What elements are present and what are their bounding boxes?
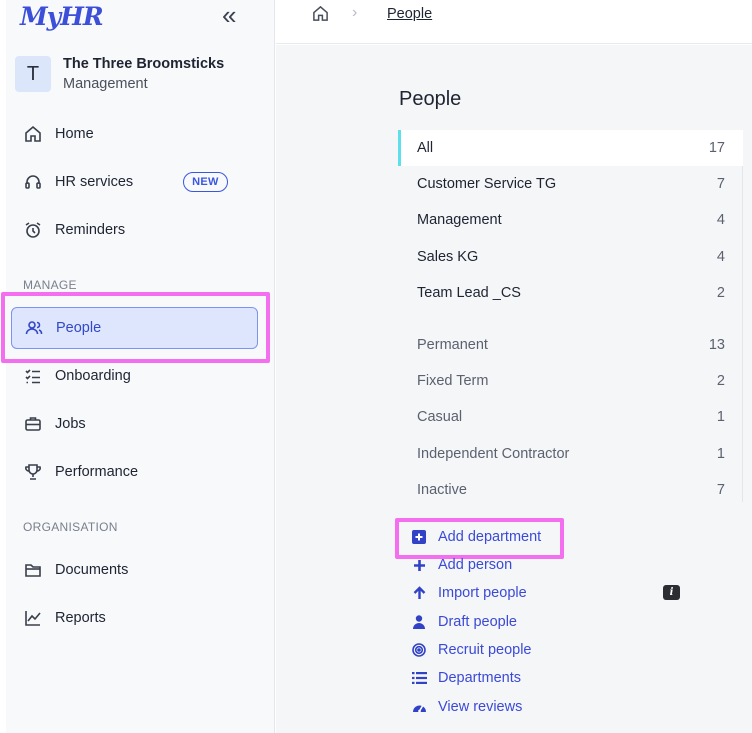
nav-label-reports: Reports xyxy=(55,610,106,626)
section-label-organisation: ORGANISATION xyxy=(23,520,118,534)
filter-count: 2 xyxy=(716,285,725,301)
folder-icon xyxy=(23,560,43,580)
import-people-label: Import people xyxy=(438,585,527,601)
filter-count: 4 xyxy=(716,212,725,228)
filter-label: Permanent xyxy=(417,337,488,353)
filter-count: 13 xyxy=(708,337,725,353)
top-bar xyxy=(276,0,752,44)
trophy-icon xyxy=(23,462,43,482)
add-person-link[interactable]: Add person xyxy=(411,557,512,573)
org-role: Management xyxy=(63,76,148,92)
myhr-logo[interactable]: MyHR xyxy=(20,2,104,31)
info-icon[interactable]: i xyxy=(663,585,680,600)
nav-item-jobs[interactable]: Jobs xyxy=(11,403,258,445)
filter-count: 17 xyxy=(708,140,725,156)
org-switcher[interactable]: T The Three Broomsticks Management xyxy=(15,54,224,94)
filter-department[interactable]: Team Lead _CS 2 xyxy=(398,275,743,311)
new-badge: NEW xyxy=(183,172,228,192)
view-reviews-link[interactable]: View reviews xyxy=(411,699,522,715)
alarm-clock-icon xyxy=(23,220,43,240)
recruit-people-link[interactable]: Recruit people xyxy=(411,642,532,658)
departments-link[interactable]: Departments xyxy=(411,670,521,686)
nav-item-performance[interactable]: Performance xyxy=(11,451,258,493)
filter-count: 4 xyxy=(716,249,725,265)
filter-label: Customer Service TG xyxy=(417,176,557,192)
nav-label-documents: Documents xyxy=(55,562,129,578)
filter-all[interactable]: All 17 xyxy=(398,130,743,166)
org-name: The Three Broomsticks xyxy=(63,56,225,72)
breadcrumb-chevron-icon: › xyxy=(352,4,358,21)
draft-people-label: Draft people xyxy=(438,614,517,630)
breadcrumb-home-icon[interactable] xyxy=(312,5,329,25)
line-chart-icon xyxy=(23,608,43,628)
briefcase-icon xyxy=(23,414,43,434)
filter-inactive[interactable]: Inactive 7 xyxy=(398,472,743,508)
org-avatar: T xyxy=(15,56,51,92)
people-icon xyxy=(24,318,44,338)
filter-label: Fixed Term xyxy=(417,373,489,389)
nav-label-performance: Performance xyxy=(55,464,139,480)
nav-item-reports[interactable]: Reports xyxy=(11,597,258,639)
view-reviews-label: View reviews xyxy=(438,699,523,715)
gauge-icon xyxy=(411,699,427,715)
draft-people-link[interactable]: Draft people xyxy=(411,614,517,630)
list-icon xyxy=(411,670,427,686)
nav-item-reminders[interactable]: Reminders xyxy=(11,209,258,251)
nav-label-reminders: Reminders xyxy=(55,222,126,238)
section-label-manage: MANAGE xyxy=(23,278,77,292)
filter-count: 1 xyxy=(716,446,725,462)
nav-label-jobs: Jobs xyxy=(55,416,86,432)
collapse-sidebar-icon[interactable]: « xyxy=(222,2,236,28)
filter-label: Management xyxy=(417,212,502,228)
add-person-label: Add person xyxy=(438,557,513,573)
checklist-icon xyxy=(23,366,43,386)
import-people-link[interactable]: Import people xyxy=(411,585,527,601)
filter-label: Sales KG xyxy=(417,249,479,265)
filter-label: Casual xyxy=(417,409,463,425)
nav-item-onboarding[interactable]: Onboarding xyxy=(11,355,258,397)
filter-employment-type[interactable]: Permanent 13 xyxy=(398,327,743,363)
nav-label-onboarding: Onboarding xyxy=(55,368,131,384)
filter-employment-type[interactable]: Casual 1 xyxy=(398,399,743,435)
arrow-up-icon xyxy=(411,585,427,601)
sidebar-edge xyxy=(0,0,6,733)
nav-label-home: Home xyxy=(55,126,94,142)
filter-department[interactable]: Management 4 xyxy=(398,202,743,238)
breadcrumb-people[interactable]: People xyxy=(387,6,432,22)
filter-label: Team Lead _CS xyxy=(417,285,521,301)
page-title: People xyxy=(399,88,462,110)
nav-item-people[interactable]: People xyxy=(11,307,258,349)
filter-label: Inactive xyxy=(417,482,467,498)
filter-count: 2 xyxy=(716,373,725,389)
target-icon xyxy=(411,642,427,658)
plus-icon xyxy=(411,557,427,573)
filter-label: All xyxy=(417,140,434,156)
filter-count: 7 xyxy=(716,176,725,192)
user-icon xyxy=(411,614,427,630)
nav-label-people: People xyxy=(56,320,102,336)
plus-square-icon xyxy=(411,529,427,545)
nav-item-hr-services[interactable]: HR services NEW xyxy=(11,161,258,203)
departments-label: Departments xyxy=(438,670,522,686)
nav-label-hr-services: HR services xyxy=(55,174,134,190)
sidebar: MyHR « T The Three Broomsticks Managemen… xyxy=(0,0,275,733)
nav-item-documents[interactable]: Documents xyxy=(11,549,258,591)
filter-employment-type[interactable]: Independent Contractor 1 xyxy=(398,436,743,472)
home-icon xyxy=(23,124,43,144)
filter-department[interactable]: Customer Service TG 7 xyxy=(398,166,743,202)
filter-count: 1 xyxy=(716,409,725,425)
add-department-link[interactable]: Add department xyxy=(411,529,541,545)
filter-employment-type[interactable]: Fixed Term 2 xyxy=(398,363,743,399)
add-department-label: Add department xyxy=(438,529,542,545)
headset-icon xyxy=(23,172,43,192)
filter-department[interactable]: Sales KG 4 xyxy=(398,239,743,275)
recruit-people-label: Recruit people xyxy=(438,642,532,658)
filter-count: 7 xyxy=(716,482,725,498)
nav-item-home[interactable]: Home xyxy=(11,113,258,155)
filter-label: Independent Contractor xyxy=(417,446,570,462)
